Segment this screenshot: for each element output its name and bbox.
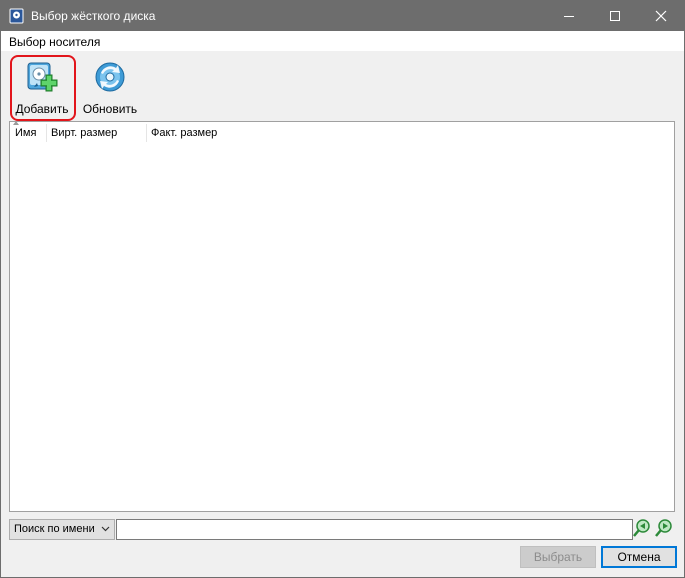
refresh-button-label: Обновить	[82, 102, 138, 116]
toolbar: Добавить Обновить	[1, 51, 684, 119]
add-button-highlight	[10, 55, 76, 121]
choose-button[interactable]: Выбрать	[520, 546, 596, 568]
menu-bar: Выбор носителя	[1, 31, 684, 51]
cancel-button[interactable]: Отмена	[601, 546, 677, 568]
title-bar: Выбор жёсткого диска	[1, 1, 684, 31]
minimize-icon	[564, 16, 574, 17]
maximize-button[interactable]	[592, 1, 638, 31]
refresh-button[interactable]: Обновить	[79, 57, 141, 117]
minimize-button[interactable]	[546, 1, 592, 31]
menu-media-selection[interactable]: Выбор носителя	[9, 35, 100, 49]
sort-ascending-icon	[13, 121, 19, 125]
search-previous-icon[interactable]	[632, 518, 652, 538]
maximize-icon	[610, 11, 620, 21]
search-mode-select[interactable]: Поиск по имени	[9, 519, 115, 540]
column-header-virtual-size[interactable]: Вирт. размер	[46, 122, 146, 144]
window-title: Выбор жёсткого диска	[31, 9, 156, 23]
disk-list[interactable]: Имя Вирт. размер Факт. размер	[9, 121, 675, 512]
column-header-name-label: Имя	[15, 127, 37, 139]
refresh-disk-icon	[95, 62, 125, 92]
close-button[interactable]	[638, 1, 684, 31]
virtualbox-disk-icon	[9, 8, 24, 24]
column-header-actual-size-label: Факт. размер	[151, 127, 218, 139]
column-header-virtual-size-label: Вирт. размер	[51, 127, 118, 139]
close-icon	[655, 10, 667, 22]
search-input[interactable]	[116, 519, 633, 540]
search-mode-value: Поиск по имени	[14, 523, 95, 535]
column-header-name[interactable]: Имя	[10, 121, 46, 144]
column-header-actual-size[interactable]: Факт. размер	[146, 122, 266, 144]
chevron-down-icon	[101, 526, 110, 532]
search-next-icon[interactable]	[654, 518, 674, 538]
bottom-bar: Поиск по имени Выбрать Отмена	[1, 513, 684, 577]
disk-selector-window: Выбор жёсткого диска Выбор носителя Доба…	[0, 0, 685, 578]
